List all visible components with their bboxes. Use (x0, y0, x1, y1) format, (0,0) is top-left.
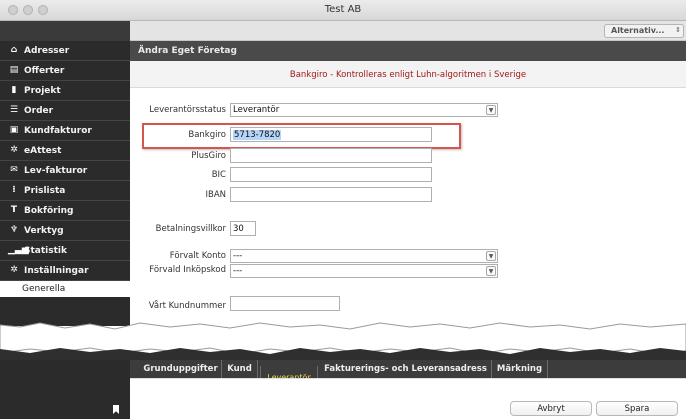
bankgiro-value: 5713-7820 (233, 130, 282, 140)
page-title: Ändra Eget Företag (130, 41, 686, 61)
sidebar-item-label: Projekt (24, 86, 61, 96)
chevron-down-icon: ▼ (486, 251, 496, 261)
document-icon: ▤ (9, 65, 19, 75)
toolbar-sidebar-strip (0, 21, 130, 41)
plusgiro-input[interactable] (230, 148, 432, 163)
sidebar-item-offerter[interactable]: ▤ Offerter (0, 61, 130, 81)
sidebar-item-eattest[interactable]: ✲ eAttest (0, 141, 130, 161)
tools-icon: ♆ (9, 225, 19, 235)
vart-kundnummer-input[interactable] (230, 296, 340, 311)
sidebar: ⌂ Adresser ▤ Offerter ▮ Projekt ☰ Order … (0, 41, 130, 326)
sidebar-item-bokforing[interactable]: T Bokföring (0, 201, 130, 221)
forvalt-konto-select[interactable]: --- ▼ (230, 249, 498, 263)
sidebar-item-label: Verktyg (24, 226, 64, 236)
sidebar-item-verktyg[interactable]: ♆ Verktyg (0, 221, 130, 241)
sidebar-item-label: Prislista (24, 186, 66, 196)
home-icon: ⌂ (10, 45, 18, 55)
tab-markning[interactable]: Märkning (492, 360, 548, 378)
sidebar-item-lev-fakturor[interactable]: ✉ Lev-fakturor (0, 161, 130, 181)
pricelist-icon: ⁝ (12, 185, 16, 195)
window-title: Test AB (324, 4, 362, 15)
sidebar-item-statistik[interactable]: ▁▃▅ Statistik (0, 241, 130, 261)
sidebar-subitem-generella[interactable]: Generella (0, 281, 130, 297)
betalningsvillkor-label: Betalningsvillkor (155, 224, 226, 234)
iban-label: IBAN (205, 190, 226, 200)
forvalt-konto-label: Förvalt Konto (169, 251, 226, 261)
bic-label: BIC (211, 170, 226, 180)
folder-icon: ▮ (11, 85, 17, 95)
ledger-icon: T (10, 205, 18, 215)
plusgiro-label: PlusGiro (191, 151, 226, 161)
sidebar-item-prislista[interactable]: ⁝ Prislista (0, 181, 130, 201)
leverantorsstatus-label: Leverantörsstatus (149, 105, 226, 115)
forvald-inkopskod-value: --- (233, 266, 243, 276)
tab-kund[interactable]: Kund (222, 360, 258, 378)
chevron-down-icon: ▼ (486, 105, 496, 115)
sidebar-item-label: eAttest (24, 146, 62, 156)
invoice-icon: ▣ (9, 125, 19, 135)
window-titlebar: Test AB (0, 0, 686, 21)
list-icon: ☰ (9, 105, 19, 115)
sidebar-item-label: Offerter (24, 66, 65, 76)
forvald-inkopskod-label: Förvald Inköpskod (149, 265, 226, 275)
leverantorsstatus-select[interactable]: Leverantör ▼ (230, 103, 498, 117)
company-form: Leverantörsstatus Leverantör ▼ Bankgiro … (130, 88, 686, 326)
sidebar-item-label: Inställningar (24, 266, 89, 276)
sidebar-item-projekt[interactable]: ▮ Projekt (0, 81, 130, 101)
sidebar-footer (0, 360, 130, 419)
leverantorsstatus-value: Leverantör (233, 105, 280, 115)
updown-arrow-icon: ⇕ (675, 26, 681, 34)
alternativ-dropdown[interactable]: Alternativ... ⇕ (604, 24, 684, 38)
gear-icon: ✲ (10, 145, 18, 155)
sidebar-item-label: Lev-fakturor (24, 166, 88, 176)
bic-input[interactable] (230, 167, 432, 182)
vart-kundnummer-label: Vårt Kundnummer (148, 301, 226, 311)
chevron-down-icon: ▼ (486, 266, 496, 276)
sidebar-item-label: Statistik (24, 246, 67, 256)
sidebar-item-adresser[interactable]: ⌂ Adresser (0, 41, 130, 61)
tab-grunduppgifter[interactable]: Grunduppgifter (140, 360, 222, 378)
tab-fakturerings-och-leveransadress[interactable]: Fakturerings- och Leveransadress (320, 360, 492, 378)
cancel-button[interactable]: Avbryt (510, 401, 592, 416)
betalningsvillkor-input[interactable]: 30 (230, 221, 256, 236)
sidebar-item-order[interactable]: ☰ Order (0, 101, 130, 121)
settings-icon: ✲ (10, 265, 18, 275)
bankgiro-input[interactable]: 5713-7820 (230, 127, 432, 142)
tab-bar: Grunduppgifter Kund Fakturerings- och Le… (130, 360, 686, 378)
mail-icon: ✉ (10, 165, 18, 175)
sidebar-item-label: Kundfakturor (24, 126, 92, 136)
forvald-inkopskod-select[interactable]: --- ▼ (230, 264, 498, 278)
torn-edge-divider (0, 322, 686, 362)
bankgiro-label: Bankgiro (188, 130, 226, 140)
iban-input[interactable] (230, 187, 432, 202)
forvalt-konto-value: --- (233, 251, 243, 261)
save-button[interactable]: Spara (596, 401, 678, 416)
sidebar-item-kundfakturor[interactable]: ▣ Kundfakturor (0, 121, 130, 141)
validation-notice: Bankgiro - Kontrolleras enligt Luhn-algo… (130, 61, 686, 88)
sidebar-item-label: Adresser (24, 46, 70, 56)
toolbar: Alternativ... ⇕ (0, 21, 686, 41)
footer-bar: Avbryt Spara (130, 378, 686, 419)
sidebar-item-label: Bokföring (24, 206, 74, 216)
alternativ-label: Alternativ... (611, 26, 665, 35)
sidebar-item-installningar[interactable]: ✲ Inställningar (0, 261, 130, 281)
sidebar-item-label: Order (24, 106, 54, 116)
chart-icon: ▁▃▅ (8, 245, 29, 255)
